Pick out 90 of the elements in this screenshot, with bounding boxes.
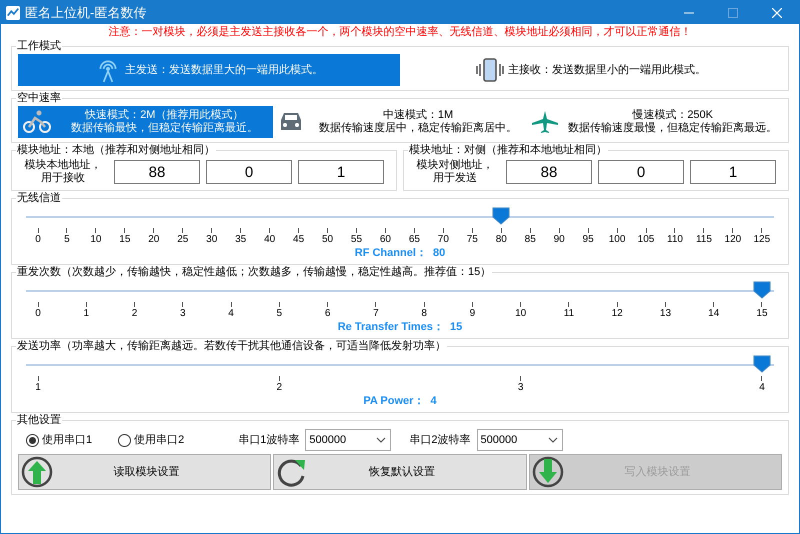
caret-icon (548, 437, 558, 443)
field-label: 用于接收 (41, 172, 85, 185)
tick-label: 105 (638, 234, 654, 246)
tick-label: 8 (421, 308, 427, 320)
slider-thumb[interactable] (753, 281, 771, 299)
tick-label: 110 (667, 234, 683, 246)
tick-label: 75 (466, 234, 478, 246)
address-field[interactable]: 1 (298, 160, 384, 184)
tick-label: 6 (324, 308, 330, 320)
window-title: 匿名上位机-匿名数传 (25, 4, 146, 22)
field-label: 模块本地地址， (24, 159, 102, 172)
tick-label: 0 (35, 308, 41, 320)
tick-label: 50 (322, 234, 334, 246)
tick-label: 90 (554, 234, 565, 246)
group-title: 无线信道 (16, 192, 62, 205)
tick-label: 80 (496, 234, 507, 246)
tick-label: 30 (206, 234, 218, 246)
tick-label: 10 (515, 308, 526, 320)
tick-label: 35 (235, 234, 246, 246)
group-title: 其他设置 (16, 414, 62, 427)
radio-option[interactable]: 使用串口1 (26, 432, 92, 448)
tick-label: 1 (35, 382, 41, 394)
tick-label: 15 (756, 308, 768, 320)
slider-thumb[interactable] (753, 355, 771, 373)
tick-label: 9 (470, 308, 476, 320)
tick-label: 3 (518, 382, 524, 394)
tick-label: 4 (759, 382, 765, 394)
group-title: 工作模式 (16, 40, 62, 53)
tick-label: 100 (608, 234, 626, 246)
action-button[interactable]: 恢复默认设置 (273, 454, 527, 490)
cyclist-icon (22, 110, 52, 134)
tick-label: 5 (64, 234, 70, 246)
radio-option[interactable]: 使用串口2 (118, 432, 184, 448)
action-button[interactable]: 读取模块设置 (18, 454, 272, 490)
tick-label: 3 (180, 308, 186, 320)
tick-label: 15 (119, 234, 130, 246)
slider-reading: PA Power： 4 (363, 394, 437, 408)
tick-label: 4 (228, 308, 234, 320)
group-title: 模块地址：对侧（推荐和本地地址相同） (408, 144, 608, 157)
tick-label: 115 (696, 234, 712, 246)
tick-label: 12 (612, 308, 623, 320)
tick-label: 25 (177, 234, 188, 246)
maximize-icon (728, 8, 738, 18)
tick-label: 85 (524, 234, 536, 246)
field-label: 串口2波特率 (409, 432, 470, 448)
tick-label: 5 (276, 308, 282, 320)
rate-option[interactable]: 快速模式：2M（推荐用此模式） 数据传输最快，但稳定传输距离最近。 (18, 106, 273, 138)
tick-label: 65 (408, 234, 420, 246)
tick-label: 45 (293, 234, 304, 246)
address-field[interactable]: 0 (206, 160, 292, 184)
app-icon (6, 6, 20, 20)
baud-rate-dropdown[interactable]: 500000 (476, 429, 562, 451)
tick-label: 10 (90, 234, 102, 246)
address-field[interactable]: 1 (690, 160, 776, 184)
close-icon (772, 8, 782, 18)
tick-label: 95 (582, 234, 594, 246)
tick-label: 2 (132, 308, 138, 320)
tick-label: 55 (350, 234, 362, 246)
address-field[interactable]: 88 (506, 160, 592, 184)
field-label: 用于发送 (433, 172, 477, 185)
tick-label: 60 (380, 234, 391, 246)
address-field[interactable]: 0 (598, 160, 684, 184)
tick-label: 40 (264, 234, 276, 246)
field-label: 模块对侧地址， (416, 159, 494, 172)
tick-label: 7 (373, 308, 379, 320)
notice-text: 注意：一对模块，必须是主发送主接收各一个，两个模块的空中速率、无线信道、模块地址必须相同，才可以正常通信！ (108, 25, 692, 39)
tick-label: 0 (35, 234, 41, 246)
tick-label: 13 (660, 308, 672, 320)
group-title: 重发次数（次数越少，传输越快，稳定性越低；次数越多，传输越慢，稳定性越高。推荐值：15） (16, 266, 492, 279)
tick-label: 2 (276, 382, 282, 394)
baud-rate-dropdown[interactable]: 500000 (305, 429, 392, 451)
mode-option[interactable]: 主发送：发送数据里大的一端用此模式。 (18, 54, 400, 86)
slider-reading: RF Channel： 80 (354, 246, 446, 260)
tick-label: 20 (148, 234, 160, 246)
group-title: 空中速率 (16, 92, 62, 105)
slider-thumb[interactable] (492, 207, 510, 225)
tick-label: 1 (83, 308, 90, 320)
tick-label: 14 (708, 308, 720, 320)
caret-icon (376, 437, 386, 443)
tick-label: 11 (564, 308, 574, 320)
tick-label: 125 (753, 234, 770, 246)
group-title: 发送功率（功率越大，传输距离越远。若数传干扰其他通信设备，可适当降低发射功率） (16, 340, 447, 353)
address-field[interactable]: 88 (114, 160, 200, 184)
slider-reading: Re Transfer Times： 15 (338, 320, 462, 334)
tick-label: 120 (724, 234, 742, 246)
field-label: 串口1波特率 (238, 432, 300, 448)
group-title: 模块地址：本地（推荐和对侧地址相同） (16, 144, 216, 157)
vibrating-phone-icon (476, 58, 504, 82)
airplane-icon (531, 110, 560, 134)
tick-label: 70 (438, 234, 449, 246)
